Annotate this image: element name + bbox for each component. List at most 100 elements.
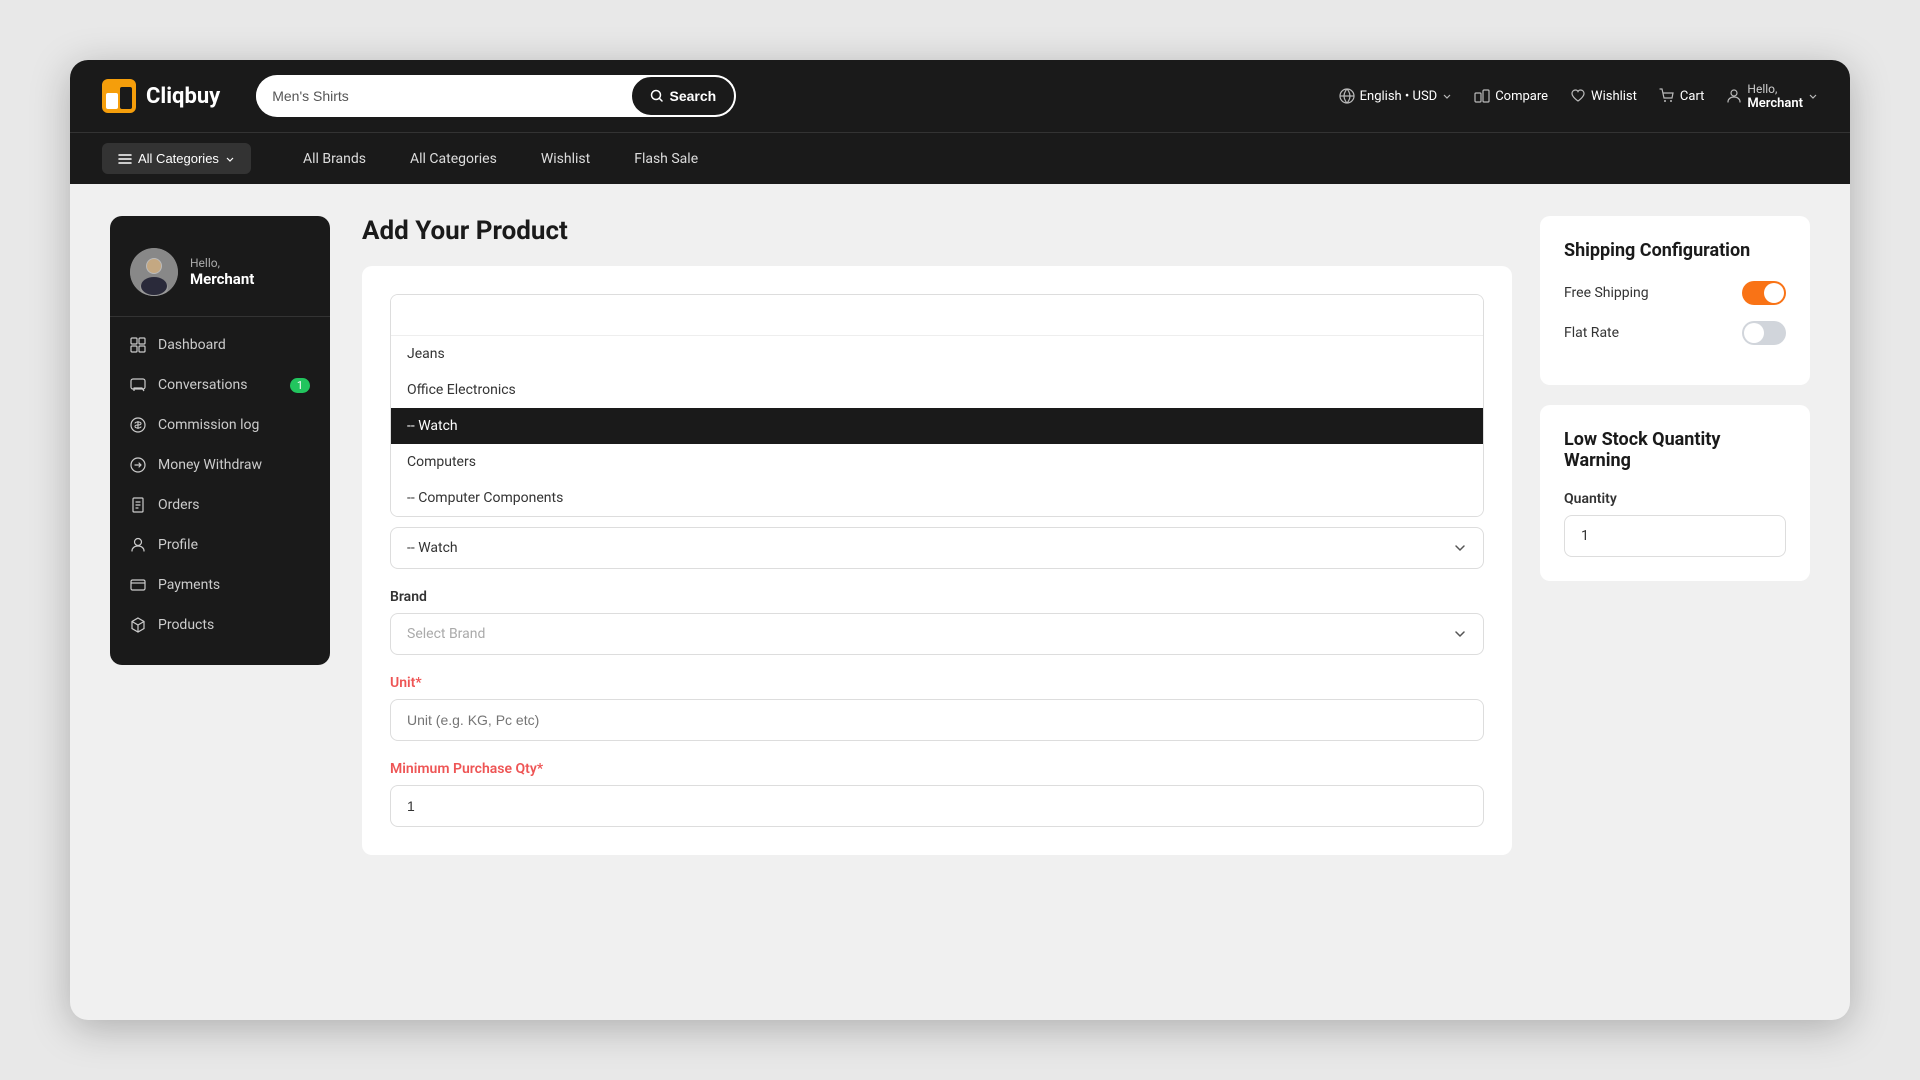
wishlist-label: Wishlist (1591, 89, 1637, 104)
cart-button[interactable]: Cart (1659, 88, 1705, 104)
compare-icon (1474, 88, 1490, 104)
main-content: Hello, Merchant Dashboard Conversat (70, 184, 1850, 1020)
profile-icon (130, 537, 146, 553)
products-icon (130, 617, 146, 633)
sidebar-hello: Hello, (190, 256, 254, 270)
free-shipping-row: Free Shipping (1564, 281, 1786, 305)
nav-right-area: English • USD Compare Wishlist (1339, 82, 1818, 111)
form-area: Add Your Product Jeans Office Electronic… (362, 216, 1512, 988)
category-dropdown-open[interactable]: Jeans Office Electronics -- Watch Comput… (390, 294, 1484, 517)
chevron-down-icon (1442, 91, 1452, 101)
sidebar-item-commission[interactable]: Commission log (110, 405, 330, 445)
low-stock-title: Low Stock Quantity Warning (1564, 429, 1786, 471)
brand-placeholder: Select Brand (407, 626, 485, 642)
globe-icon (1339, 88, 1355, 104)
menu-icon (118, 152, 132, 166)
commission-label: Commission log (158, 417, 259, 433)
category-search-input[interactable] (391, 295, 1483, 336)
sidebar-user-area: Hello, Merchant (110, 236, 330, 317)
sidebar-item-orders[interactable]: Orders (110, 485, 330, 525)
money-icon (130, 457, 146, 473)
secondary-navigation: All Categories All Brands All Categories… (70, 132, 1850, 184)
sidebar-item-profile[interactable]: Profile (110, 525, 330, 565)
search-icon (650, 89, 664, 103)
conversations-badge: 1 (290, 378, 310, 393)
unit-input[interactable] (390, 699, 1484, 741)
dashboard-icon (130, 337, 146, 353)
user-info: Hello, Merchant (1747, 82, 1803, 111)
logo[interactable]: Cliqbuy (102, 79, 220, 113)
cart-icon (1659, 88, 1675, 104)
sidebar-item-conversations[interactable]: Conversations 1 (110, 365, 330, 405)
category-dropdown-list: Jeans Office Electronics -- Watch Comput… (391, 336, 1483, 516)
category-selected-value[interactable]: -- Watch (390, 527, 1484, 569)
sidebar-item-money[interactable]: Money Withdraw (110, 445, 330, 485)
category-selected-text: -- Watch (407, 540, 458, 556)
sidebar-item-dashboard[interactable]: Dashboard (110, 325, 330, 365)
nav-wishlist[interactable]: Wishlist (519, 133, 612, 185)
minqty-section: Minimum Purchase Qty* (390, 761, 1484, 827)
nav-flash-sale[interactable]: Flash Sale (612, 133, 720, 185)
brand-section: Brand Select Brand (390, 589, 1484, 655)
brand-label: Brand (390, 589, 1484, 605)
minqty-input[interactable] (390, 785, 1484, 827)
products-label: Products (158, 617, 214, 633)
all-categories-label-2: All Categories (410, 151, 497, 167)
user-name: Merchant (1747, 96, 1803, 111)
payments-label: Payments (158, 577, 220, 593)
sidebar-user-text: Hello, Merchant (190, 256, 254, 288)
conversations-label: Conversations (158, 377, 247, 393)
sidebar-item-products[interactable]: Products (110, 605, 330, 645)
quantity-label: Quantity (1564, 491, 1786, 507)
all-categories-button[interactable]: All Categories (102, 143, 251, 174)
logo-text: Cliqbuy (146, 84, 220, 109)
dropdown-item-computers[interactable]: Computers (391, 444, 1483, 480)
low-stock-card: Low Stock Quantity Warning Quantity 1 (1540, 405, 1810, 581)
dropdown-chevron-icon (1453, 541, 1467, 555)
flat-rate-toggle[interactable] (1742, 321, 1786, 345)
dropdown-item-watch[interactable]: -- Watch (391, 408, 1483, 444)
dropdown-item-jeans[interactable]: Jeans (391, 336, 1483, 372)
unit-section: Unit* (390, 675, 1484, 741)
compare-label: Compare (1495, 89, 1548, 104)
payments-icon (130, 577, 146, 593)
avatar-image (130, 248, 178, 296)
minqty-label: Minimum Purchase Qty* (390, 761, 1484, 777)
user-account[interactable]: Hello, Merchant (1726, 82, 1818, 111)
free-shipping-label: Free Shipping (1564, 285, 1649, 301)
orders-label: Orders (158, 497, 200, 513)
wishlist-button[interactable]: Wishlist (1570, 88, 1637, 104)
search-button[interactable]: Search (630, 75, 737, 117)
free-shipping-knob (1764, 283, 1784, 303)
dropdown-item-office-electronics[interactable]: Office Electronics (391, 372, 1483, 408)
user-hello: Hello, (1747, 82, 1777, 96)
brand-select[interactable]: Select Brand (390, 613, 1484, 655)
orders-icon (130, 497, 146, 513)
account-chevron-icon (1808, 91, 1818, 101)
profile-label: Profile (158, 537, 198, 553)
avatar (130, 248, 178, 296)
search-label: Search (670, 88, 717, 104)
right-panel: Shipping Configuration Free Shipping Fla… (1540, 216, 1810, 988)
compare-button[interactable]: Compare (1474, 88, 1548, 104)
chevron-down-icon (225, 154, 235, 164)
unit-label: Unit* (390, 675, 1484, 691)
free-shipping-toggle[interactable] (1742, 281, 1786, 305)
quantity-input[interactable]: 1 (1564, 515, 1786, 557)
all-categories-label: All Categories (138, 151, 219, 166)
page-title: Add Your Product (362, 216, 1512, 246)
quantity-value: 1 (1581, 528, 1589, 544)
all-brands-label: All Brands (303, 151, 366, 167)
dashboard-label: Dashboard (158, 337, 226, 353)
conversations-icon (130, 377, 146, 393)
nav-all-categories[interactable]: All Categories (388, 133, 519, 185)
wishlist-nav-label: Wishlist (541, 151, 590, 167)
nav-all-brands[interactable]: All Brands (281, 133, 388, 185)
search-bar: Search (256, 75, 736, 117)
search-input[interactable] (256, 88, 629, 104)
language-selector[interactable]: English • USD (1339, 88, 1453, 104)
dropdown-item-computer-components[interactable]: -- Computer Components (391, 480, 1483, 516)
top-navigation: Cliqbuy Search English • USD (70, 60, 1850, 132)
shipping-card: Shipping Configuration Free Shipping Fla… (1540, 216, 1810, 385)
sidebar-item-payments[interactable]: Payments (110, 565, 330, 605)
